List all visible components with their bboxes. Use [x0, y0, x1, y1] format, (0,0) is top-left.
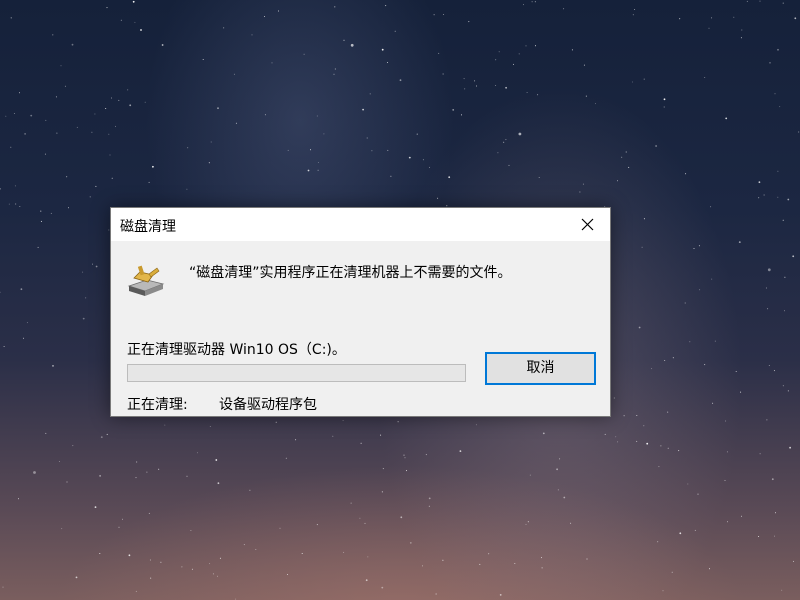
title-bar[interactable]: 磁盘清理	[111, 208, 610, 241]
current-item-row: 正在清理: 设备驱动程序包	[127, 394, 317, 414]
desktop: 磁盘清理 “磁盘清理”实用程序正在清理机器上不需要的文件。 正在清理驱动器 Wi…	[0, 0, 800, 600]
cancel-button[interactable]: 取消	[485, 352, 596, 385]
close-button[interactable]	[566, 208, 610, 241]
cleanup-message: “磁盘清理”实用程序正在清理机器上不需要的文件。	[189, 265, 512, 281]
disk-cleanup-icon	[127, 264, 165, 298]
current-item-value: 设备驱动程序包	[219, 397, 317, 413]
progress-bar	[127, 364, 466, 382]
current-item-label: 正在清理:	[127, 397, 188, 413]
window-title: 磁盘清理	[120, 219, 176, 235]
drive-status-text: 正在清理驱动器 Win10 OS（C:)。	[127, 342, 346, 358]
close-icon	[581, 218, 594, 231]
disk-cleanup-dialog: 磁盘清理 “磁盘清理”实用程序正在清理机器上不需要的文件。 正在清理驱动器 Wi…	[110, 207, 611, 417]
